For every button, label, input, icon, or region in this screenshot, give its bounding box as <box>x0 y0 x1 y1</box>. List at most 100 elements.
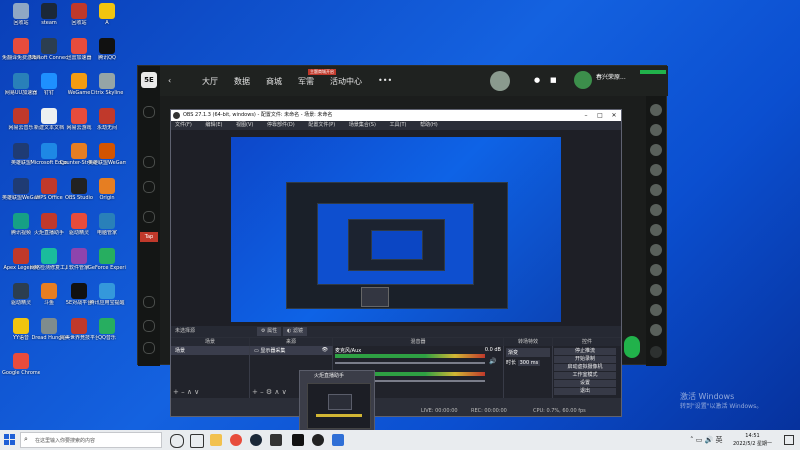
desktop-icon[interactable]: GeForce Experience <box>88 248 126 282</box>
stop-streaming-button[interactable]: 停止推流 <box>554 348 616 355</box>
5e-nav-help-icon[interactable] <box>143 342 155 354</box>
desktop-icon[interactable]: 电脑管家 <box>88 213 126 247</box>
mixer-volume-slider[interactable] <box>335 362 485 364</box>
filters-button[interactable]: ◐ 滤镜 <box>283 327 307 336</box>
friend-avatar[interactable] <box>650 204 662 216</box>
close-button[interactable]: ✕ <box>607 110 621 121</box>
obs-preview[interactable] <box>171 130 621 326</box>
start-button[interactable] <box>4 434 16 446</box>
5e-rank-avatar[interactable] <box>490 71 510 91</box>
friend-avatar[interactable] <box>650 264 662 276</box>
5e-taskbar-icon[interactable] <box>292 434 304 446</box>
5e-start-match-button[interactable] <box>624 336 640 358</box>
desktop-icon[interactable]: 腾讯QQ <box>88 38 126 72</box>
desktop-icon[interactable]: QQ音乐 <box>88 318 126 352</box>
5e-nav-home-icon[interactable] <box>143 106 155 118</box>
exit-button[interactable]: 退出 <box>554 388 616 395</box>
properties-button[interactable]: ⚙ 属性 <box>257 327 282 336</box>
friend-avatar[interactable] <box>650 184 662 196</box>
app-icon[interactable] <box>270 434 282 446</box>
taskbar-clock[interactable]: 14:51 2022/5/2 星期一 <box>733 432 772 448</box>
transition-select[interactable]: 渐变 <box>506 348 550 357</box>
app-icon <box>41 3 57 19</box>
obs-taskbar-icon[interactable] <box>312 434 324 446</box>
desktop-icon[interactable]: 永劫无间 <box>88 108 126 142</box>
task-view-icon[interactable] <box>190 434 204 448</box>
menu-help[interactable]: 帮助(H) <box>420 122 438 128</box>
5e-promo-badge[interactable]: Tap <box>140 232 158 242</box>
5e-nav-events[interactable]: 活动中心 <box>330 76 362 87</box>
menu-docks[interactable]: 停靠部件(D) <box>267 122 295 128</box>
desktop-icon[interactable]: Citrix Skyline <box>88 73 126 107</box>
5e-nav-search-icon[interactable] <box>143 296 155 308</box>
steam-icon[interactable] <box>250 434 262 446</box>
5e-user-avatar[interactable] <box>574 71 592 89</box>
5e-mail-icon[interactable]: ■ <box>550 76 557 84</box>
menu-profile[interactable]: 配置文件(P) <box>308 122 335 128</box>
5e-friends-column <box>646 96 666 366</box>
friend-avatar[interactable] <box>650 284 662 296</box>
5e-nav-shop[interactable]: 商城 <box>266 76 282 87</box>
5e-nav-history-icon[interactable] <box>143 181 155 193</box>
torch-taskbar-icon[interactable] <box>332 434 344 446</box>
taskbar-search-input[interactable]: 在这里输入你要搜索的内容 <box>20 432 162 448</box>
popup-thumbnail[interactable] <box>307 383 371 429</box>
friend-avatar[interactable] <box>650 124 662 136</box>
friend-avatar[interactable] <box>650 104 662 116</box>
thumb-panel <box>328 394 352 410</box>
speaker-icon[interactable]: 🔊 <box>489 358 496 365</box>
5e-username[interactable]: 春兴荣原... <box>596 72 626 81</box>
chat-icon[interactable] <box>650 346 662 358</box>
5e-nav-wifi-icon[interactable] <box>143 211 155 223</box>
duration-input[interactable]: 300 ms <box>517 360 541 366</box>
app-icon <box>71 108 87 124</box>
notification-icon[interactable] <box>784 435 794 445</box>
friend-avatar[interactable] <box>650 324 662 336</box>
menu-edit[interactable]: 编辑(E) <box>205 122 222 128</box>
5e-nav-lobby[interactable]: 大厅 <box>202 76 218 87</box>
friend-avatar[interactable] <box>650 224 662 236</box>
5e-nav-data[interactable]: 数据 <box>234 76 250 87</box>
5e-nav-settings-icon[interactable] <box>143 320 155 332</box>
menu-file[interactable]: 文件(F) <box>175 122 192 128</box>
source-item[interactable]: ▭ 显示器采集 👁 <box>250 346 332 355</box>
desktop-icon[interactable]: 英雄联盟WeGame版 <box>88 143 126 177</box>
friend-avatar[interactable] <box>650 144 662 156</box>
tray-icons[interactable]: ˄ ▭ 🔊 英 <box>690 435 723 445</box>
scene-item[interactable]: 场景 <box>171 346 249 355</box>
friend-avatar[interactable] <box>650 244 662 256</box>
desktop-icon[interactable]: A <box>88 3 126 37</box>
5e-nav-supply[interactable]: 军需 <box>298 76 314 87</box>
nested-capture-1 <box>286 182 508 309</box>
start-recording-button[interactable]: 开始录制 <box>554 356 616 363</box>
desktop-icon-label: QQ音乐 <box>98 335 116 341</box>
studio-mode-button[interactable]: 工作室模式 <box>554 372 616 379</box>
desktop-icon[interactable]: Google Chrome <box>2 353 40 387</box>
minimize-button[interactable]: – <box>579 110 593 121</box>
settings-button[interactable]: 设置 <box>554 380 616 387</box>
activation-watermark: 激活 Windows 转到"设置"以激活 Windows。 <box>680 392 762 412</box>
friend-avatar[interactable] <box>650 304 662 316</box>
chrome-icon[interactable] <box>230 434 242 446</box>
friend-avatar[interactable] <box>650 164 662 176</box>
cortana-icon[interactable] <box>170 434 184 448</box>
5e-nav-more[interactable]: ••• <box>378 76 392 85</box>
app-icon <box>13 3 29 19</box>
5e-bell-icon[interactable]: ● <box>534 76 540 84</box>
menu-view[interactable]: 视图(V) <box>236 122 253 128</box>
app-icon <box>41 143 57 159</box>
desktop-icon-label: Origin <box>99 195 115 201</box>
torch-assistant-popup[interactable]: 火炬直播助手 <box>299 370 375 432</box>
maximize-button[interactable]: □ <box>593 110 607 121</box>
desktop-icon[interactable]: Origin <box>88 178 126 212</box>
app-icon <box>13 318 29 334</box>
thumb-bar <box>316 414 362 417</box>
menu-tools[interactable]: 工具(T) <box>390 122 407 128</box>
menu-scene-collection[interactable]: 场景集合(S) <box>349 122 376 128</box>
5e-back-icon[interactable]: ‹ <box>168 76 171 85</box>
file-explorer-icon[interactable] <box>210 434 222 446</box>
desktop-icon[interactable]: 腾讯应用宝提醒 <box>88 283 126 317</box>
5e-nav-friends-icon[interactable] <box>143 156 155 168</box>
5e-logo[interactable]: 5E <box>141 72 157 88</box>
start-virtual-camera-button[interactable]: 启动虚拟摄像机 <box>554 364 616 371</box>
